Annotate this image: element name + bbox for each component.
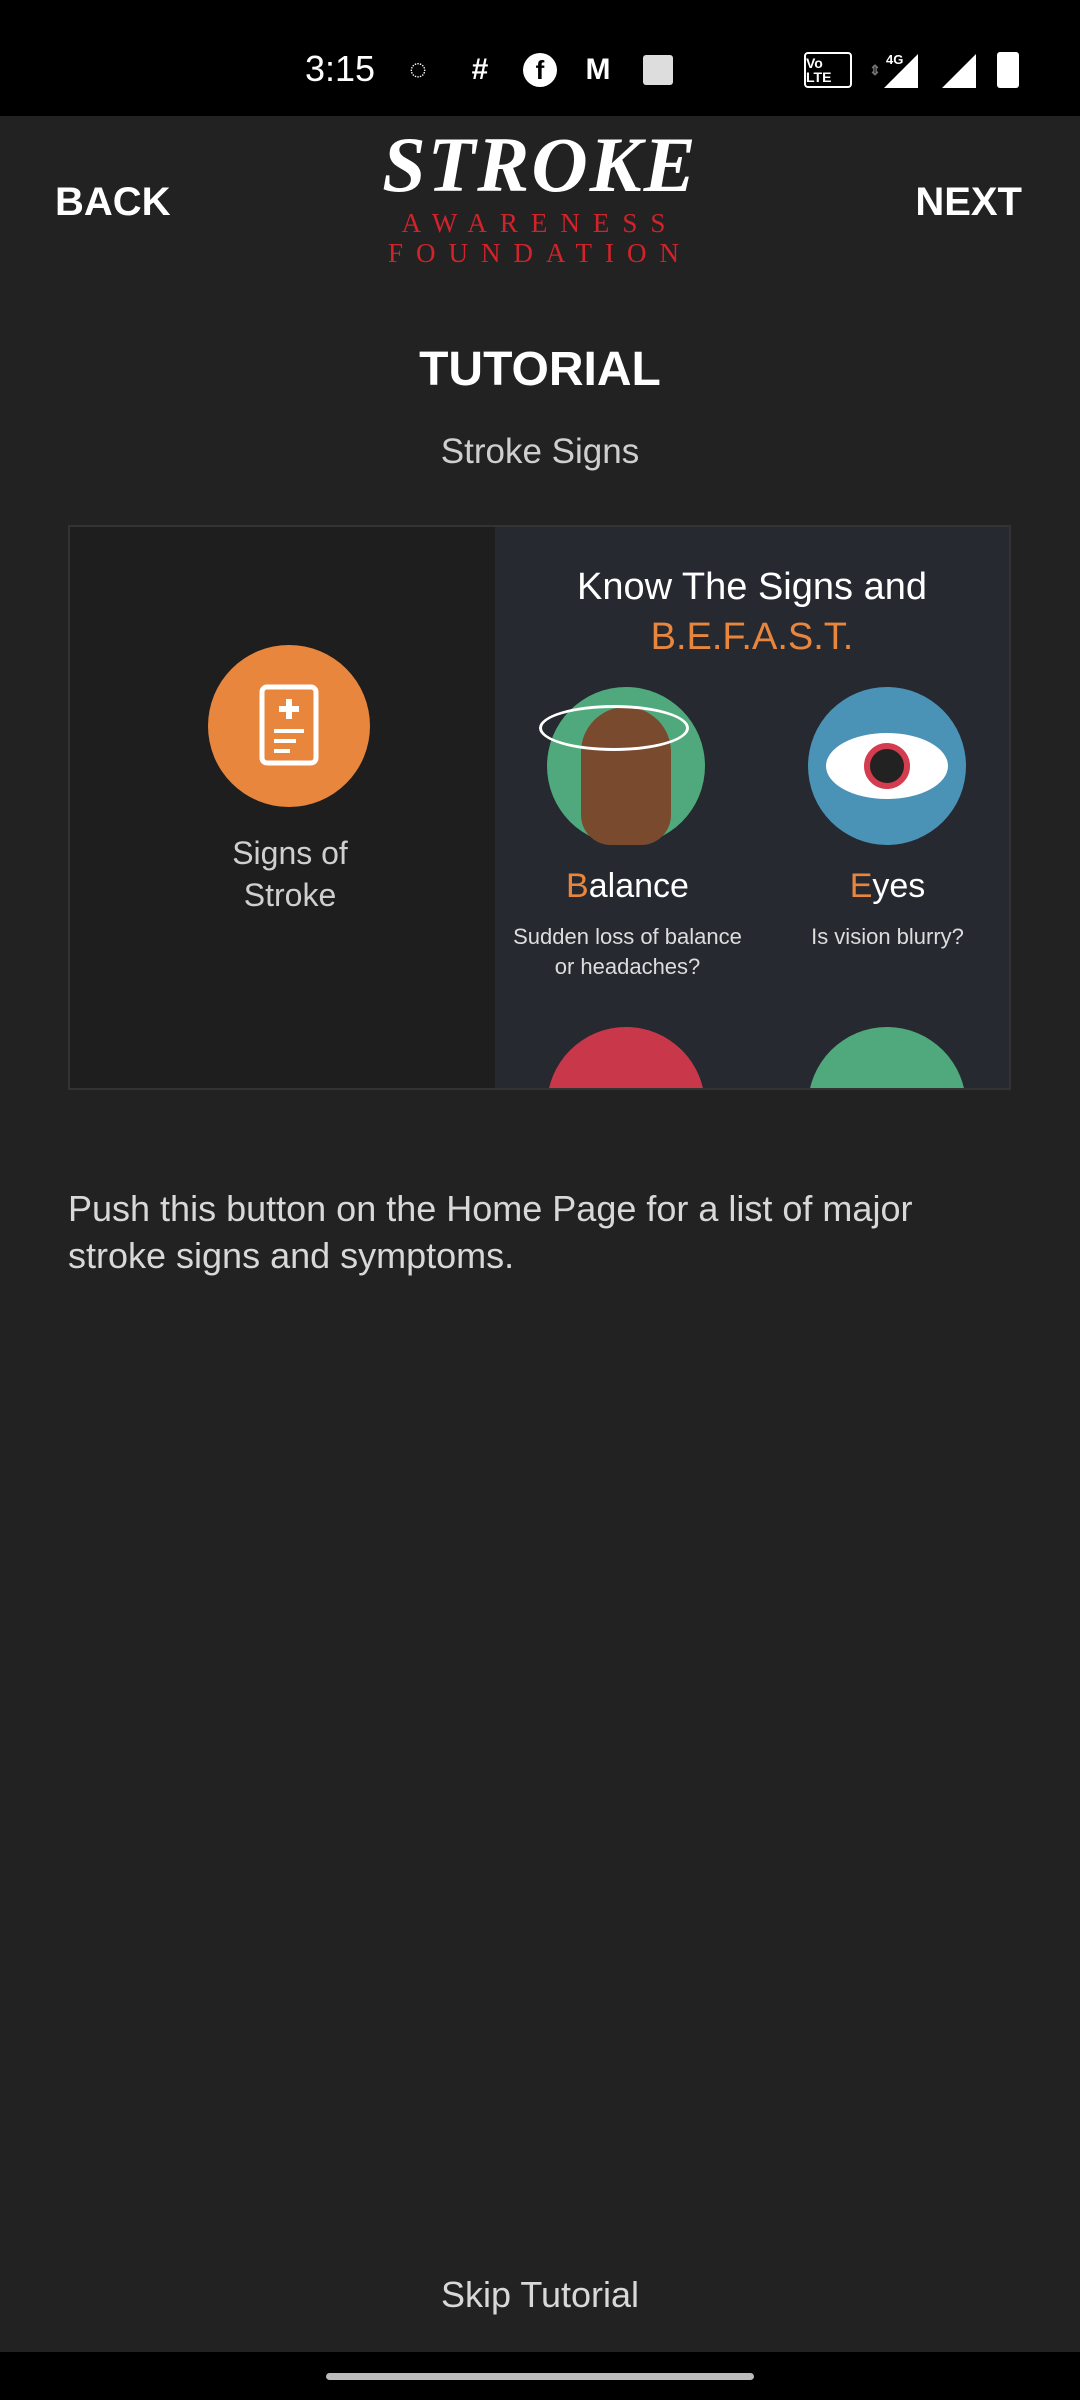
- label-line2: Stroke: [243, 877, 337, 913]
- logo-line1: AWARENESS: [401, 208, 679, 238]
- gmail-icon: M: [585, 53, 611, 86]
- label-line1: Signs of: [232, 835, 348, 871]
- signal-4g-icon: 4G: [880, 52, 920, 88]
- desc-line: or headaches?: [554, 954, 701, 979]
- rest: yes: [872, 867, 926, 905]
- battery-icon: [996, 52, 1020, 88]
- signal-icon: [938, 52, 978, 88]
- befast-heading: Know The Signs and B.E.F.A.S.T.: [495, 562, 1009, 662]
- tutorial-description: Push this button on the Home Page for a …: [68, 1188, 913, 1276]
- svg-text:4G: 4G: [886, 52, 903, 67]
- status-bar: 3:15 ◌ # f M Vo LTE ⇕ 4G: [0, 0, 1080, 116]
- eyes-illustration: [808, 687, 966, 845]
- eyes-desc: Is vision blurry?: [755, 922, 1009, 952]
- slack-icon: #: [471, 53, 489, 86]
- back-button[interactable]: BACK: [55, 180, 171, 225]
- medical-document-icon: [259, 684, 319, 766]
- page-title: TUTORIAL: [419, 343, 661, 396]
- balance-label: Balance: [495, 867, 760, 906]
- arms-illustration: [808, 1027, 966, 1088]
- desc-line: Sudden loss of balance: [513, 924, 742, 949]
- whatsapp-icon: ◌: [409, 53, 427, 86]
- signs-of-stroke-button-preview: [208, 645, 370, 807]
- page-subtitle: Stroke Signs: [440, 432, 640, 471]
- status-time: 3:15: [305, 48, 376, 89]
- signs-of-stroke-label: Signs of Stroke: [130, 832, 450, 916]
- facebook-icon: f: [522, 52, 558, 88]
- face-illustration: [547, 1027, 705, 1088]
- logo-line2: FOUNDATION: [388, 238, 692, 268]
- next-button[interactable]: NEXT: [915, 180, 1022, 225]
- balance-illustration: [539, 687, 705, 845]
- rest: alance: [588, 867, 689, 905]
- eyes-label: Eyes: [755, 867, 1009, 906]
- stroke-awareness-foundation-logo: STROKE AWARENESS FOUNDATION: [380, 122, 700, 287]
- heading-line: Know The Signs and: [577, 566, 927, 608]
- desc-line: Is vision blurry?: [811, 924, 964, 949]
- befast-preview: Know The Signs and B.E.F.A.S.T. Balance …: [495, 527, 1009, 1088]
- acronym: B.E.F.A.S.T.: [650, 616, 854, 658]
- gallery-icon: [640, 52, 676, 88]
- skip-tutorial-button[interactable]: Skip Tutorial: [0, 2274, 1080, 2316]
- tutorial-preview-image: Signs of Stroke Know The Signs and B.E.F…: [68, 525, 1011, 1090]
- balance-desc: Sudden loss of balance or headaches?: [495, 922, 760, 982]
- initial: B: [566, 867, 589, 905]
- initial: E: [849, 867, 873, 905]
- volte-icon: Vo LTE: [804, 52, 852, 88]
- logo-main: STROKE: [382, 121, 698, 208]
- home-preview: Signs of Stroke: [70, 527, 495, 1088]
- home-gesture-handle[interactable]: [326, 2373, 754, 2380]
